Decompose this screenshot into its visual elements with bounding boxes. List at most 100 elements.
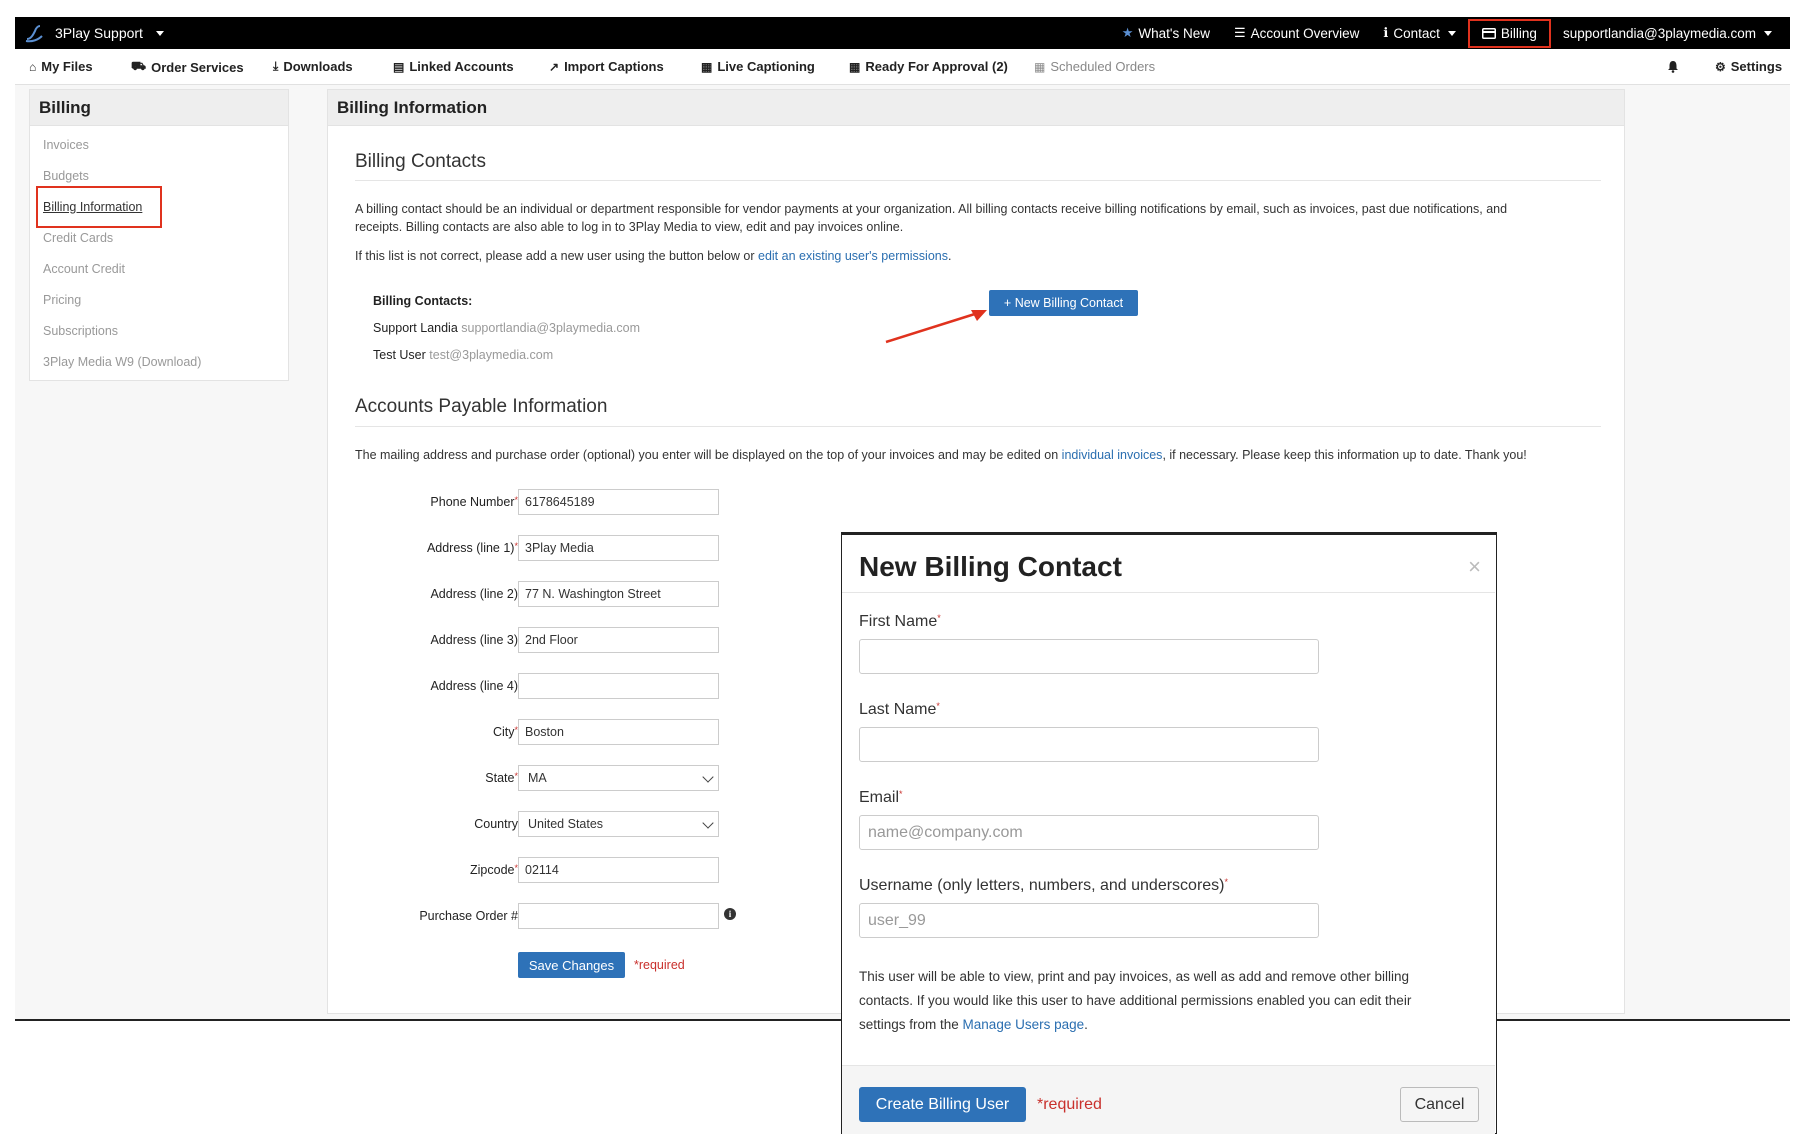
new-billing-contact-button[interactable]: + New Billing Contact [989,290,1138,316]
caret-down-icon [1447,30,1456,36]
save-changes-button[interactable]: Save Changes [518,952,625,978]
first-name-field[interactable] [859,639,1319,674]
nav-settings[interactable]: ⚙ Settings [1715,59,1782,74]
create-billing-user-button[interactable]: Create Billing User [859,1087,1026,1122]
contact-menu[interactable]: ℹ Contact [1371,17,1467,49]
city-label: City* [328,725,518,739]
instruction-suffix: . [947,249,952,263]
billing-link[interactable]: Billing [1467,19,1551,48]
divider [355,180,1601,181]
user-menu[interactable]: supportlandia@3playmedia.com [1551,17,1784,49]
brand-name: 3Play Support [55,25,143,41]
brand-menu[interactable]: 3Play Support [23,22,164,44]
username-field[interactable]: user_99 [859,903,1319,938]
contact-email: supportlandia@3playmedia.com [461,321,641,335]
nav-label: Order Services [151,59,244,75]
sidebar-item-billing-information[interactable]: Billing Information [43,200,142,214]
caret-down-icon [1764,30,1772,36]
whats-new-label: What's New [1138,25,1210,41]
chevron-down-icon [702,817,714,829]
address-line3-field[interactable]: 2nd Floor [518,627,719,653]
info-line: contacts. If you would like this user to… [859,993,1412,1008]
sidebar-item-budgets[interactable]: Budgets [43,169,89,183]
nav-label: Import Captions [564,59,664,74]
account-overview-label: Account Overview [1250,25,1360,41]
nav-my-files[interactable]: ⌂ My Files [29,59,93,74]
sidebar-item-credit-cards[interactable]: Credit Cards [43,231,113,245]
nav-downloads[interactable]: ⤓ Downloads [273,59,353,74]
nav-scheduled-orders[interactable]: ▦ Scheduled Orders [1034,59,1155,74]
edit-permissions-link[interactable]: edit an existing user's permissions [758,249,948,263]
field-label: Last Name [859,701,937,718]
address-line1-field[interactable]: 3Play Media [518,535,719,561]
logo-icon [25,25,43,43]
red-arrow-annotation [885,310,987,344]
country-select[interactable]: United States [518,811,719,837]
chevron-down-icon [702,771,714,783]
modal-title: New Billing Contact [859,551,1122,582]
close-icon[interactable]: × [1468,554,1481,580]
email-field[interactable]: name@company.com [859,815,1319,850]
nav-ready-for-approval[interactable]: ▦ Ready For Approval (2) [849,59,1008,74]
sidebar-item-w9-download[interactable]: 3Play Media W9 (Download) [43,355,201,369]
nav-live-captioning[interactable]: ▦ Live Captioning [701,59,815,74]
required-star: * [899,789,903,799]
billing-contacts-list-label: Billing Contacts: [373,294,473,308]
city-field[interactable]: Boston [518,719,719,745]
purchase-order-label: Purchase Order # [419,909,518,923]
address-line4-field[interactable] [518,673,719,699]
field-label: State [485,771,515,785]
info-icon[interactable]: i [724,908,736,920]
description-line: A billing contact should be an individua… [355,202,1508,216]
address-line4-label: Address (line 4) [430,679,518,693]
sidebar-item-pricing[interactable]: Pricing [43,293,81,307]
field-label: Address (line 1) [426,541,515,555]
billing-sidebar: Billing Invoices Budgets Billing Informa… [29,89,289,381]
nav-import-captions[interactable]: ↗ Import Captions [549,59,664,74]
required-star: * [937,613,941,623]
billing-contacts-instruction: If this list is not correct, please add … [355,247,951,265]
field-label: City [492,725,515,739]
new-billing-contact-modal: New Billing Contact × First Name* Last N… [841,532,1497,1134]
selected-value: United States [528,817,604,831]
star-icon: ★ [1121,25,1134,40]
zipcode-field[interactable]: 02114 [518,857,719,883]
billing-label: Billing [1500,26,1537,41]
top-right-menu: ★ What's New ☰ Account Overview ℹ Contac… [1110,17,1784,49]
account-overview-link[interactable]: ☰ Account Overview [1222,17,1371,49]
nav-label: Settings [1730,59,1783,74]
billing-contact-row: Support Landia supportlandia@3playmedia.… [373,321,640,335]
individual-invoices-link[interactable]: individual invoices [1062,448,1163,462]
sidebar-item-subscriptions[interactable]: Subscriptions [43,324,118,338]
phone-number-label: Phone Number* [328,495,518,509]
manage-users-link[interactable]: Manage Users page [963,1017,1085,1032]
whats-new-link[interactable]: ★ What's New [1110,17,1222,49]
nav-label: My Files [41,59,93,74]
nav-label: Linked Accounts [409,59,514,74]
required-note: *required [634,958,685,972]
bell-icon [1668,61,1678,73]
page-title: Billing Information [328,90,1624,126]
field-label: Email [859,789,900,806]
billing-contact-row: Test User test@3playmedia.com [373,348,553,362]
description-line: receipts. Billing contacts are also able… [355,220,904,234]
last-name-field[interactable] [859,727,1319,762]
cancel-button[interactable]: Cancel [1400,1087,1479,1122]
state-select[interactable]: MA [518,765,719,791]
contact-label: Contact [1393,25,1440,41]
phone-number-field[interactable]: 6178645189 [518,489,719,515]
purchase-order-field[interactable] [518,903,719,929]
divider [355,426,1601,427]
description-text: The mailing address and purchase order (… [355,448,1062,462]
sidebar-item-invoices[interactable]: Invoices [43,138,89,152]
address-line2-field[interactable]: 77 N. Washington Street [518,581,719,607]
id-card-icon: ▤ [393,59,405,74]
nav-linked-accounts[interactable]: ▤ Linked Accounts [393,59,514,74]
sidebar-item-account-credit[interactable]: Account Credit [43,262,125,276]
nav-order-services[interactable]: ⛟ Order Services [131,59,244,75]
instruction-text: If this list is not correct, please add … [355,249,758,263]
user-email-label: supportlandia@3playmedia.com [1562,25,1756,41]
top-bar: 3Play Support ★ What's New ☰ Account Ove… [15,17,1790,49]
country-label: Country [474,817,518,831]
notifications-bell[interactable] [1667,60,1679,73]
